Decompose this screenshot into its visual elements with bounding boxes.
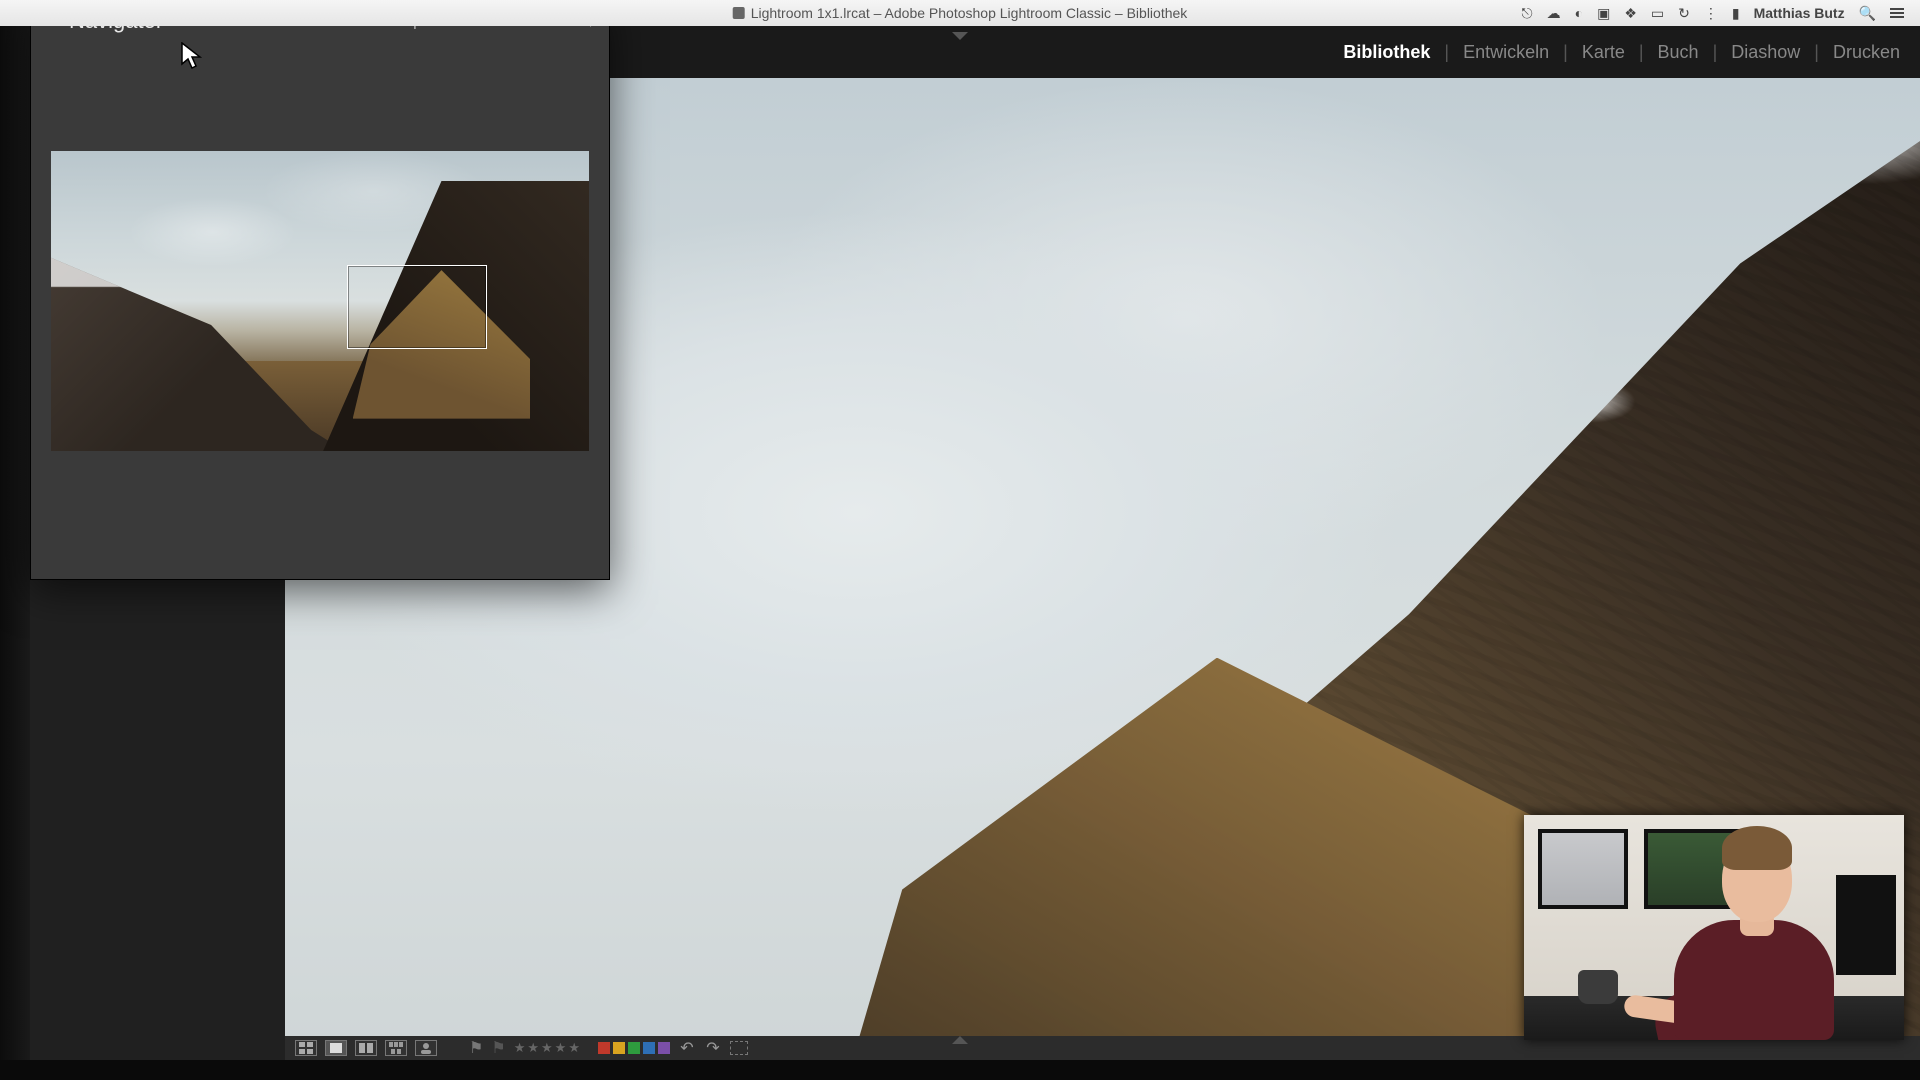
module-picker: Bibliothek| Entwickeln| Karte| Buch| Dia… [1343, 42, 1900, 63]
survey-view-button[interactable] [385, 1040, 407, 1056]
star-5[interactable]: ★ [568, 1040, 580, 1056]
color-purple[interactable] [658, 1042, 670, 1054]
star-3[interactable]: ★ [541, 1040, 553, 1056]
cloud-icon[interactable]: ☁ [1547, 5, 1561, 22]
window-title-text: Lightroom 1x1.lrcat – Adobe Photoshop Li… [751, 5, 1188, 21]
compare-view-button[interactable] [355, 1040, 377, 1056]
module-buch[interactable]: Buch [1658, 42, 1699, 63]
drop-icon[interactable]: ❖ [1624, 5, 1637, 22]
filmstrip-toggle[interactable] [952, 1036, 968, 1044]
mug [1578, 970, 1618, 1004]
flag-pick-icon[interactable]: ⚑ [469, 1038, 483, 1058]
mac-menubar: Lightroom 1x1.lrcat – Adobe Photoshop Li… [0, 0, 1920, 26]
wifi-icon[interactable]: ⋮ [1704, 5, 1718, 22]
navigator-view-rect[interactable] [347, 265, 487, 349]
color-blue[interactable] [643, 1042, 655, 1054]
color-yellow[interactable] [613, 1042, 625, 1054]
module-entwickeln[interactable]: Entwickeln [1463, 42, 1549, 63]
module-bibliothek[interactable]: Bibliothek [1343, 42, 1430, 63]
notification-center-icon[interactable] [1890, 8, 1904, 18]
flag-reject-icon[interactable]: ⚑ [491, 1038, 505, 1058]
grid-view-button[interactable] [295, 1040, 317, 1056]
top-panel-toggle[interactable] [952, 32, 968, 40]
left-panel-edge[interactable] [0, 26, 30, 1060]
rating-stars[interactable]: ★ ★ ★ ★ ★ [514, 1040, 580, 1056]
menu-extra-icon[interactable]: ⎋ [1522, 5, 1533, 22]
star-4[interactable]: ★ [555, 1040, 567, 1056]
navigator-panel: Navigator Einpas. Ausfül. 1:1 3:1 ▲▼ [30, 0, 610, 580]
people-view-button[interactable] [415, 1040, 437, 1056]
sync-icon[interactable]: ◐ [1575, 5, 1583, 21]
display-icon[interactable]: ▭ [1651, 5, 1664, 22]
os-bottom-strip [0, 1060, 1920, 1080]
star-2[interactable]: ★ [527, 1040, 539, 1056]
timemachine-icon[interactable]: ↻ [1678, 5, 1690, 22]
user-name[interactable]: Matthias Butz [1754, 5, 1845, 21]
navigator-preview[interactable] [51, 151, 589, 451]
dropbox-icon[interactable]: ▣ [1597, 5, 1610, 22]
monitor [1836, 875, 1896, 975]
rotate-ccw-icon[interactable]: ↶ [678, 1040, 696, 1056]
navigator-preview-wrap [31, 41, 609, 471]
lightroom-app-icon [733, 7, 745, 19]
color-red[interactable] [598, 1042, 610, 1054]
spotlight-icon[interactable]: 🔍 [1859, 5, 1876, 22]
loupe-view-button[interactable] [325, 1040, 347, 1056]
window-title: Lightroom 1x1.lrcat – Adobe Photoshop Li… [733, 5, 1188, 21]
sync-thumb-icon[interactable] [730, 1041, 748, 1055]
module-drucken[interactable]: Drucken [1833, 42, 1900, 63]
rotate-cw-icon[interactable]: ↷ [704, 1040, 722, 1056]
menubar-right: ⎋ ☁ ◐ ▣ ❖ ▭ ↻ ⋮ ▮ Matthias Butz 🔍 [1522, 5, 1920, 22]
color-labels [598, 1042, 670, 1054]
mouse-cursor [180, 42, 202, 70]
star-1[interactable]: ★ [514, 1040, 526, 1056]
module-karte[interactable]: Karte [1582, 42, 1625, 63]
webcam-overlay [1524, 815, 1904, 1040]
module-diashow[interactable]: Diashow [1731, 42, 1800, 63]
color-green[interactable] [628, 1042, 640, 1054]
battery-icon[interactable]: ▮ [1732, 5, 1740, 22]
wall-art [1538, 829, 1628, 909]
